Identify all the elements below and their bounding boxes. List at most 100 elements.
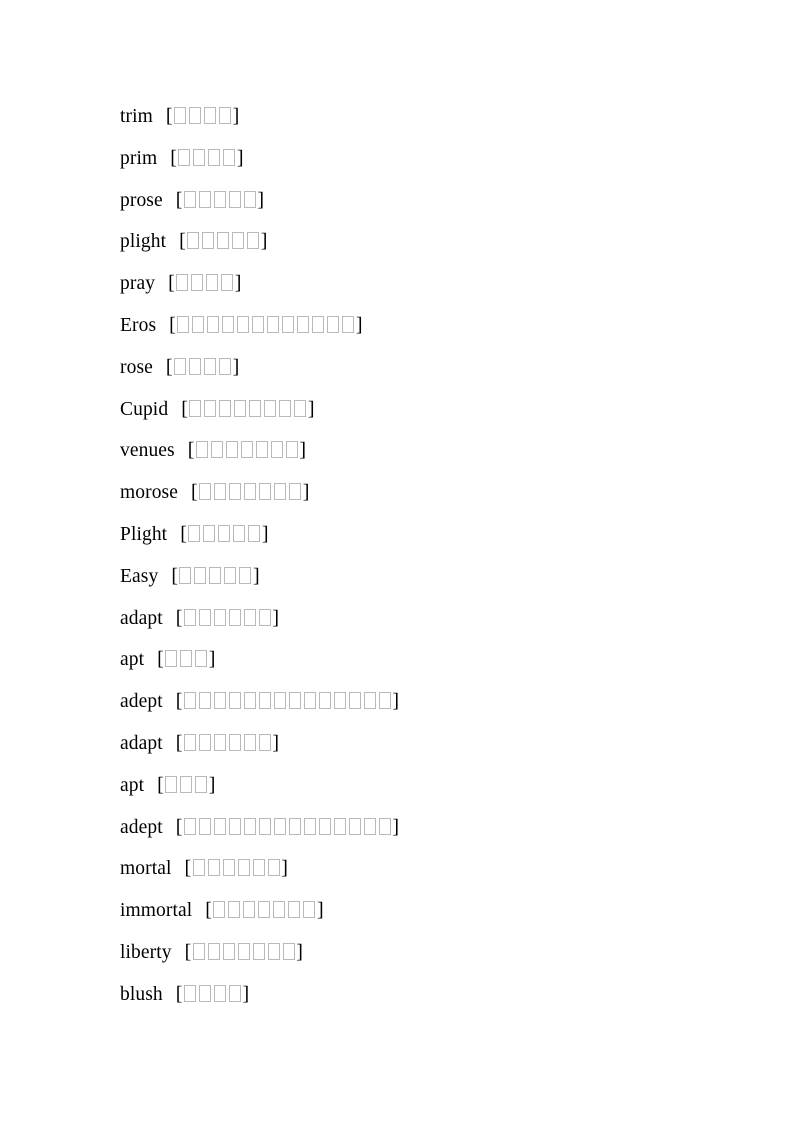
missing-glyph-box-icon xyxy=(258,692,271,710)
missing-glyph-box-icon xyxy=(288,817,301,835)
missing-glyph-box-icon xyxy=(188,524,201,542)
missing-glyph-box-icon xyxy=(348,817,361,835)
missing-glyph-box-icon xyxy=(274,483,287,501)
entry-headword: trim xyxy=(120,106,153,127)
missing-glyph-box-icon xyxy=(213,190,226,208)
gloss-open-bracket: [ xyxy=(171,564,178,587)
missing-glyph-box-icon xyxy=(213,733,226,751)
entry-gloss: [] xyxy=(176,690,399,712)
entry-gloss: [] xyxy=(175,982,250,1005)
entry-headword: adapt xyxy=(120,732,163,754)
missing-glyph-box-icon xyxy=(232,232,245,250)
missing-glyph-box-icon xyxy=(243,692,256,710)
missing-glyph-box-icon xyxy=(213,984,226,1002)
missing-glyph-box-icon xyxy=(363,692,376,710)
gloss-close-bracket: ] xyxy=(252,564,260,587)
gloss-open-bracket: [ xyxy=(184,940,192,963)
vocabulary-entry: Eros [] xyxy=(120,313,800,355)
gloss-close-bracket: ] xyxy=(234,272,242,295)
missing-glyph-box-icon xyxy=(221,274,234,292)
missing-glyph-box-icon xyxy=(192,942,205,960)
missing-glyph-box-icon xyxy=(264,399,277,417)
missing-glyph-box-icon xyxy=(191,274,204,292)
missing-glyph-box-icon xyxy=(247,232,260,250)
gloss-close-bracket: ] xyxy=(392,815,400,838)
missing-glyph-box-icon xyxy=(228,901,241,919)
missing-glyph-box-icon xyxy=(195,650,208,668)
entry-headword: rose xyxy=(120,356,153,378)
entry-gloss: [] xyxy=(157,648,216,671)
entry-gloss: [] xyxy=(176,732,279,754)
missing-glyph-box-icon xyxy=(189,107,202,124)
missing-glyph-box-icon xyxy=(273,692,286,710)
missing-glyph-box-icon xyxy=(207,942,220,960)
vocabulary-entry: pray [] xyxy=(120,271,800,313)
gloss-open-bracket: [ xyxy=(180,522,187,545)
missing-glyph-box-icon xyxy=(282,315,295,333)
missing-glyph-box-icon xyxy=(327,315,340,333)
gloss-close-bracket: ] xyxy=(302,481,310,504)
missing-glyph-box-icon xyxy=(219,107,232,124)
missing-glyph-box-icon xyxy=(206,274,219,292)
entry-headword: Plight xyxy=(120,523,168,545)
missing-glyph-box-icon xyxy=(258,608,271,626)
missing-glyph-box-icon xyxy=(213,692,226,710)
missing-glyph-box-icon xyxy=(174,107,187,124)
missing-glyph-box-icon xyxy=(243,608,256,626)
missing-glyph-box-icon xyxy=(187,232,200,250)
entry-gloss: [] xyxy=(176,188,265,211)
missing-glyph-box-icon xyxy=(259,483,272,501)
entry-gloss: [] xyxy=(168,272,242,295)
entry-headword: liberty xyxy=(120,941,172,963)
missing-glyph-box-icon xyxy=(243,901,256,919)
gloss-close-bracket: ] xyxy=(208,648,216,671)
missing-glyph-box-icon xyxy=(213,901,226,919)
missing-glyph-box-icon xyxy=(273,817,286,835)
missing-glyph-box-icon xyxy=(213,817,226,835)
missing-glyph-box-icon xyxy=(294,399,307,417)
missing-glyph-box-icon xyxy=(333,817,346,835)
entry-gloss: [] xyxy=(184,857,288,880)
missing-glyph-box-icon xyxy=(252,942,265,960)
gloss-close-bracket: ] xyxy=(257,188,265,211)
entry-gloss: [] xyxy=(169,314,362,336)
missing-glyph-box-icon xyxy=(288,692,301,710)
entry-headword: Cupid xyxy=(120,398,169,420)
entry-gloss: [] xyxy=(166,356,239,378)
missing-glyph-box-icon xyxy=(210,441,223,459)
entry-headword: morose xyxy=(120,482,179,504)
vocabulary-entry: blush [] xyxy=(120,982,800,1024)
gloss-close-bracket: ] xyxy=(299,439,307,462)
gloss-open-bracket: [ xyxy=(184,857,192,880)
missing-glyph-box-icon xyxy=(229,483,242,501)
missing-glyph-box-icon xyxy=(198,817,211,835)
missing-glyph-box-icon xyxy=(195,441,208,459)
gloss-open-bracket: [ xyxy=(181,397,188,420)
missing-glyph-box-icon xyxy=(243,817,256,835)
gloss-open-bracket: [ xyxy=(157,648,164,671)
gloss-close-bracket: ] xyxy=(236,146,244,169)
entry-gloss: [] xyxy=(170,146,244,169)
gloss-open-bracket: [ xyxy=(175,815,183,838)
missing-glyph-box-icon xyxy=(228,692,241,710)
missing-glyph-box-icon xyxy=(214,483,227,501)
gloss-close-bracket: ] xyxy=(242,982,250,1005)
missing-glyph-box-icon xyxy=(363,817,376,835)
missing-glyph-box-icon xyxy=(234,399,247,417)
missing-glyph-box-icon xyxy=(198,984,211,1002)
missing-glyph-box-icon xyxy=(378,817,391,835)
gloss-open-bracket: [ xyxy=(175,982,183,1005)
gloss-open-bracket: [ xyxy=(205,899,212,922)
gloss-close-bracket: ] xyxy=(232,105,240,127)
missing-glyph-box-icon xyxy=(228,817,241,835)
entry-gloss: [] xyxy=(191,481,310,504)
gloss-open-bracket: [ xyxy=(175,606,183,629)
missing-glyph-box-icon xyxy=(204,399,217,417)
entry-headword: prose xyxy=(120,189,163,211)
vocabulary-entry: venues [] xyxy=(120,438,800,480)
vocabulary-entry: prose [] xyxy=(120,188,800,230)
missing-glyph-box-icon xyxy=(179,566,192,584)
vocabulary-entry: adapt [] xyxy=(120,606,800,648)
missing-glyph-box-icon xyxy=(318,692,331,710)
missing-glyph-box-icon xyxy=(223,148,236,166)
